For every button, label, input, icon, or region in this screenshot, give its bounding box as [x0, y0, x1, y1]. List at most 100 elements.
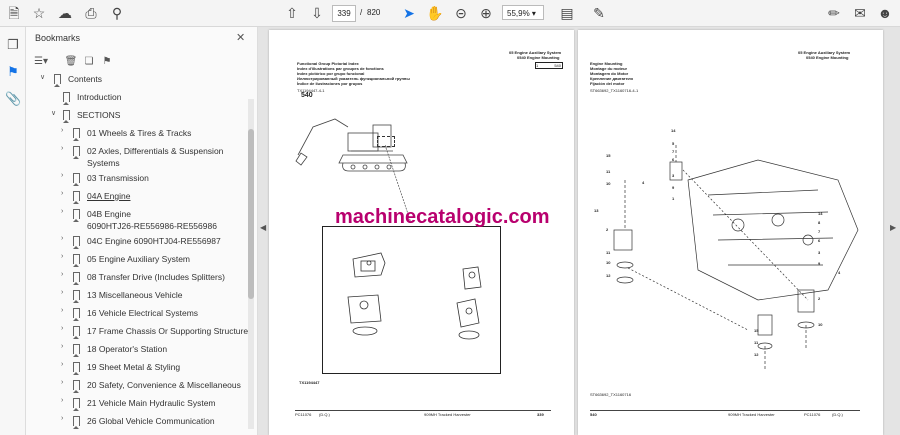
chevron-right-icon[interactable]: › [61, 253, 71, 260]
bookmark-icon [73, 272, 80, 285]
bookmark-icon [63, 92, 70, 105]
chevron-right-icon[interactable]: › [61, 235, 71, 242]
delete-bookmark-icon[interactable]: 🗑 [64, 55, 78, 69]
close-panel-icon[interactable]: ✕ [236, 31, 245, 44]
callout-number: 9 [672, 185, 675, 190]
bookmark-icon [73, 380, 80, 393]
callout-number: 1 [672, 196, 675, 201]
document-page-left: 05 Engine Auxiliary System 0540 Engine M… [269, 30, 574, 435]
chevron-right-icon[interactable]: › [61, 325, 71, 332]
watermark-text: machinecatalogic.com [335, 206, 550, 228]
bookmark-tag-icon[interactable]: ⚑ [100, 55, 114, 69]
bookmark-icon [73, 146, 80, 159]
document-page-right: 05 Engine Auxiliary System 0540 Engine M… [578, 30, 883, 435]
chevron-right-icon[interactable]: › [61, 343, 71, 350]
chevron-right-icon[interactable]: › [61, 208, 71, 215]
callout-number: 11 [606, 169, 611, 174]
scrollbar-thumb[interactable] [248, 129, 254, 299]
page-number-input[interactable]: 339 [332, 5, 356, 22]
attachments-icon[interactable]: 📎 [5, 91, 21, 107]
callout-number: 12 [754, 352, 759, 357]
bookmark-star-icon[interactable]: ☆ [30, 4, 48, 22]
chevron-right-icon[interactable]: › [61, 289, 71, 296]
chevron-down-icon[interactable]: ∨ [40, 73, 50, 81]
title-line: Fijación del motor [590, 81, 625, 86]
callout-number: 3 [818, 250, 821, 255]
page-layout-icon[interactable]: ▤ [558, 4, 576, 22]
footer-page-number: 540 [590, 412, 597, 417]
footer-date: (D.Q.) [832, 412, 843, 417]
bookmark-icon [63, 110, 70, 123]
footer-date: (D.Q.) [319, 412, 330, 417]
email-icon[interactable]: ✉ [851, 4, 869, 22]
save-file-icon[interactable]: 🗎 [5, 4, 23, 22]
print-icon[interactable]: ⎙ [82, 4, 100, 22]
chevron-down-icon[interactable]: ∨ [51, 109, 61, 117]
chevron-right-icon[interactable]: › [61, 190, 71, 197]
callout-number: 10 [606, 181, 611, 186]
chevron-right-icon[interactable]: › [61, 379, 71, 386]
bookmark-icon [73, 344, 80, 357]
account-icon[interactable]: ☻ [876, 4, 894, 22]
chevron-right-icon[interactable]: › [61, 361, 71, 368]
footer-model: 909MH Tracked Harvester [424, 412, 471, 417]
callout-number: 7 [672, 149, 675, 154]
hand-tool-icon[interactable]: ✋ [426, 4, 444, 22]
zoom-out-icon[interactable]: ⊝ [452, 4, 470, 22]
footer-page-number: 339 [537, 412, 544, 417]
engine-mounting-exploded-diagram [613, 145, 859, 370]
figure-code: TX1194447 [299, 380, 320, 385]
zoom-level-select[interactable]: 55,9% ▾ [502, 5, 544, 20]
callout-number: 15 [754, 328, 759, 333]
detail-frame [322, 226, 501, 374]
chevron-right-icon[interactable]: › [61, 145, 71, 152]
bookmarks-scrollbar[interactable] [248, 99, 254, 429]
chevron-right-icon[interactable]: › [61, 172, 71, 179]
chevron-right-icon[interactable]: › [61, 307, 71, 314]
callout-number: 11 [754, 340, 759, 345]
pages-thumbnails-icon[interactable]: ❐ [5, 37, 21, 53]
bookmark-icon [73, 398, 80, 411]
panel-expand-arrow-icon[interactable]: ▶ [890, 223, 896, 232]
bookmark-icon [73, 308, 80, 321]
bookmark-icon [73, 290, 80, 303]
chevron-right-icon[interactable]: › [61, 127, 71, 134]
chevron-right-icon[interactable]: › [61, 397, 71, 404]
panel-collapse-arrow-icon[interactable]: ◀ [260, 223, 266, 232]
callout-number: 4 [838, 270, 841, 275]
search-icon[interactable]: ⚲ [108, 4, 126, 22]
callout-number: 14 [818, 211, 823, 216]
zoom-in-icon[interactable]: ⊕ [477, 4, 495, 22]
bookmark-icon [54, 74, 61, 87]
page-header-group: 0540 Engine Mounting [517, 55, 560, 60]
callout-number: 7 [818, 229, 821, 234]
bookmark-icon [73, 173, 80, 186]
sign-icon[interactable]: ✏ [825, 4, 843, 22]
new-bookmark-icon[interactable]: ❏ [82, 55, 96, 69]
chevron-right-icon[interactable]: › [61, 415, 71, 422]
annotate-icon[interactable]: ✎ [590, 4, 608, 22]
options-menu-icon[interactable]: ☰▾ [34, 55, 48, 69]
callout-number: 10 [818, 322, 823, 327]
footer-rule [590, 410, 860, 411]
figure-code: ST663692_TX1160716 [590, 392, 632, 397]
callout-number: 14 [671, 128, 676, 133]
select-cursor-icon[interactable]: ➤ [400, 4, 418, 22]
footer-doc-number: PC11076 [804, 412, 821, 417]
bookmark-icon [73, 128, 80, 141]
page-total: 820 [367, 8, 381, 17]
callout-number: 12 [606, 273, 611, 278]
upload-cloud-icon[interactable]: ☁ [56, 4, 74, 22]
callout-number: 9 [818, 261, 821, 266]
callout-number: 5 [672, 141, 675, 146]
bookmark-icon [73, 254, 80, 267]
bookmark-icon [73, 191, 80, 204]
callout-number: 8 [818, 220, 821, 225]
callout-number: 10 [606, 260, 611, 265]
group-number: 540 [301, 92, 313, 99]
callout-number: 13 [594, 208, 599, 213]
bookmarks-panel-icon[interactable]: ⚑ [5, 64, 21, 80]
chevron-right-icon[interactable]: › [61, 271, 71, 278]
page-down-icon[interactable]: ⇩ [308, 4, 326, 22]
page-up-icon[interactable]: ⇧ [283, 4, 301, 22]
